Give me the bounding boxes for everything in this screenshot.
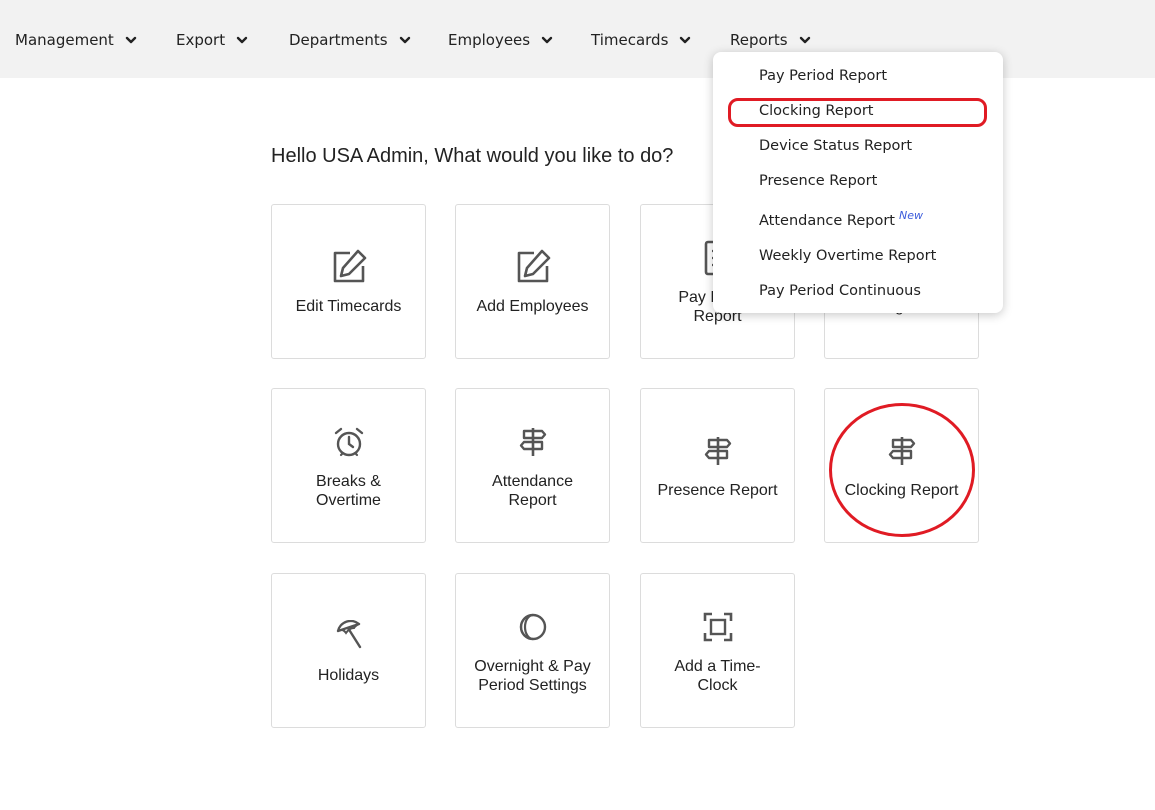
tile-attendance-report[interactable]: Attendance Report — [455, 388, 610, 543]
menu-item-weekly-overtime-report[interactable]: Weekly Overtime Report — [759, 248, 936, 264]
chevron-down-icon — [541, 34, 553, 46]
menu-item-label: Presence Report — [759, 173, 878, 189]
nav-management[interactable]: Management — [15, 29, 137, 51]
menu-item-label: Pay Period Report — [759, 68, 888, 84]
tile-breaks-overtime[interactable]: Breaks & Overtime — [271, 388, 426, 543]
focus-frame-icon — [698, 607, 738, 647]
greeting-heading: Hello USA Admin, What would you like to … — [271, 145, 674, 167]
nav-label: Export — [176, 31, 226, 49]
menu-item-pay-period-continuous[interactable]: Pay Period Continuous — [759, 283, 921, 299]
signpost-icon — [513, 422, 553, 462]
nav-label: Employees — [448, 31, 531, 49]
tile-add-employees[interactable]: Add Employees — [455, 204, 610, 359]
signpost-icon — [882, 431, 922, 471]
menu-item-device-status-report[interactable]: Device Status Report — [759, 138, 912, 154]
edit-icon — [513, 247, 553, 287]
tile-holidays[interactable]: Holidays — [271, 573, 426, 728]
chevron-down-icon — [125, 34, 137, 46]
alarm-clock-icon — [329, 422, 369, 462]
nav-export[interactable]: Export — [176, 29, 248, 51]
tile-label: Presence Report — [657, 482, 778, 499]
nav-employees[interactable]: Employees — [448, 29, 553, 51]
tile-presence-report[interactable]: Presence Report — [640, 388, 795, 543]
chevron-down-icon — [679, 34, 691, 46]
umbrella-icon — [329, 616, 369, 656]
menu-item-label: Pay Period Continuous — [759, 283, 921, 299]
menu-item-pay-period-report[interactable]: Pay Period Report — [759, 68, 887, 84]
menu-item-label: Weekly Overtime Report — [759, 248, 937, 264]
tile-overnight-pay-period-settings[interactable]: Overnight & Pay Period Settings — [455, 573, 610, 728]
nav-departments[interactable]: Departments — [289, 29, 411, 51]
tile-label: Overnight & Pay Period Settings — [474, 657, 591, 694]
nav-label: Reports — [730, 31, 788, 49]
reports-dropdown-menu: Pay Period Report Clocking Report Device… — [713, 52, 1003, 313]
tile-label: Add Employees — [476, 298, 589, 315]
menu-item-label: Clocking Report — [759, 103, 874, 119]
chevron-down-icon — [399, 34, 411, 46]
menu-item-clocking-report[interactable]: Clocking Report — [759, 103, 874, 119]
nav-reports[interactable]: Reports — [730, 29, 811, 51]
tile-label: Clocking Report — [844, 482, 959, 499]
tile-label: Attendance Report — [492, 472, 573, 509]
tile-edit-timecards[interactable]: Edit Timecards — [271, 204, 426, 359]
signpost-icon — [698, 431, 738, 471]
tile-add-time-clock[interactable]: Add a Time-Clock — [640, 573, 795, 728]
nav-timecards[interactable]: Timecards — [591, 29, 691, 51]
new-badge: New — [899, 209, 923, 222]
tile-label: Add a Time-Clock — [674, 657, 761, 694]
chevron-down-icon — [236, 34, 248, 46]
menu-item-label: Device Status Report — [759, 138, 913, 154]
tile-clocking-report[interactable]: Clocking Report — [824, 388, 979, 543]
nav-label: Management — [15, 31, 114, 49]
menu-item-presence-report[interactable]: Presence Report — [759, 173, 877, 189]
tile-label: Holidays — [317, 667, 380, 684]
menu-item-label: Attendance Report — [759, 213, 895, 229]
nav-label: Departments — [289, 31, 388, 49]
tile-label: Breaks & Overtime — [316, 472, 381, 509]
nav-label: Timecards — [591, 31, 669, 49]
moon-icon — [513, 607, 553, 647]
chevron-down-icon — [799, 34, 811, 46]
edit-icon — [329, 247, 369, 287]
menu-item-attendance-report[interactable]: Attendance Report New — [759, 209, 923, 229]
tile-label: Edit Timecards — [295, 298, 402, 315]
